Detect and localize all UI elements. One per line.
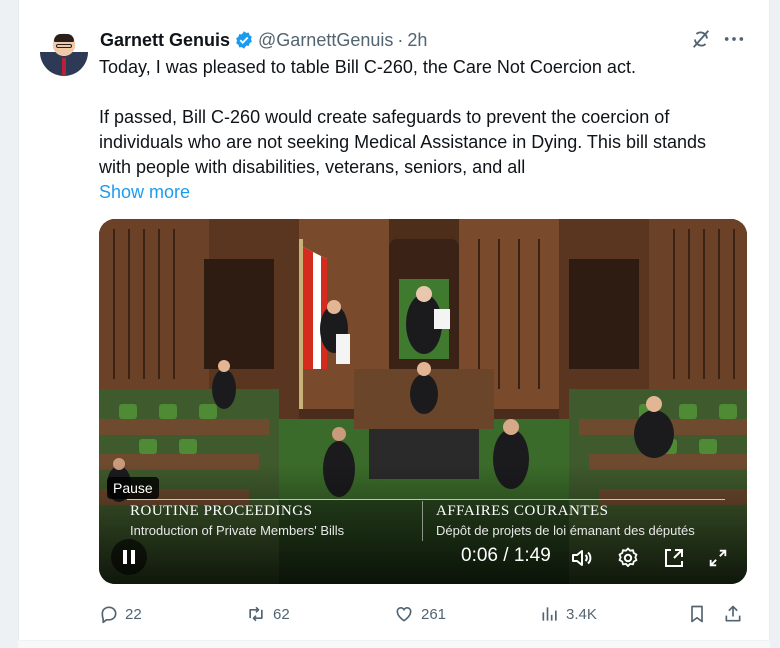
banner-right-title: AFFAIRES COURANTES (436, 503, 609, 519)
bookmark-icon (691, 605, 703, 623)
caption-banner-divider (422, 501, 423, 541)
views-button[interactable]: 3.4K (540, 602, 597, 626)
like-button[interactable]: 261 (393, 602, 446, 626)
pause-button[interactable] (111, 539, 147, 575)
share-icon (725, 605, 741, 622)
author-name[interactable]: Garnett Genuis (100, 30, 230, 51)
author-handle[interactable]: @GarnettGenuis (258, 30, 393, 51)
more-icon[interactable] (722, 28, 746, 50)
repost-count: 62 (273, 605, 290, 623)
reply-button[interactable]: 22 (99, 602, 142, 626)
banner-right-subtitle: Dépôt de projets de loi émanant des dépu… (436, 523, 695, 538)
video-time: 0:06 / 1:49 (461, 545, 551, 566)
reply-count: 22 (125, 605, 142, 623)
tweet-paragraph-2: If passed, Bill C-260 would create safeg… (99, 107, 706, 177)
tweet-actions: 22 62 261 3.4K (99, 602, 747, 626)
fullscreen-icon (709, 549, 727, 567)
settings-icon (618, 547, 638, 567)
pause-icon (123, 550, 135, 564)
fullscreen-button[interactable] (705, 545, 731, 571)
tweet-paragraph-1: Today, I was pleased to table Bill C-260… (99, 57, 636, 77)
repost-button[interactable]: 62 (245, 602, 290, 626)
verified-badge-icon (236, 31, 252, 49)
banner-left-subtitle: Introduction of Private Members' Bills (130, 523, 345, 538)
share-button[interactable] (723, 602, 749, 626)
repost-icon (249, 606, 263, 622)
timestamp[interactable]: 2h (407, 30, 427, 51)
like-icon (396, 606, 412, 622)
reply-icon (101, 606, 117, 624)
separator-dot: · (397, 29, 404, 50)
volume-icon (572, 550, 592, 566)
grok-icon[interactable] (690, 28, 712, 50)
bookmark-button[interactable] (687, 602, 713, 626)
like-count: 261 (421, 605, 447, 623)
tweet-header: Garnett Genuis @GarnettGenuis · 2h (100, 28, 427, 52)
avatar[interactable] (40, 28, 88, 76)
pip-button[interactable] (661, 545, 687, 571)
views-count: 3.4K (566, 605, 597, 623)
views-icon (542, 607, 557, 621)
pip-icon (665, 549, 683, 567)
banner-left-title: ROUTINE PROCEEDINGS (130, 503, 313, 519)
pause-tooltip: Pause (107, 477, 159, 499)
show-more-link[interactable]: Show more (99, 180, 190, 205)
video-player[interactable]: Pause ROUTINE PROCEEDINGS Introduction o… (99, 219, 747, 584)
tweet-text: Today, I was pleased to table Bill C-260… (99, 55, 739, 205)
volume-button[interactable] (569, 545, 595, 571)
feed-bottom-divider (18, 640, 770, 648)
caption-banner-rule (127, 499, 725, 500)
settings-button[interactable] (615, 545, 641, 571)
